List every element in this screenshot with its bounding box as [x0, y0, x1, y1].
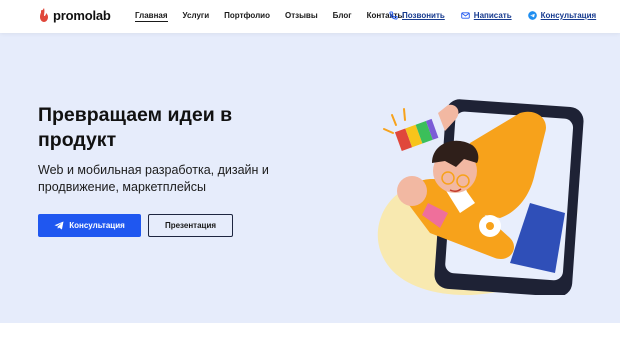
site-header: promolab Главная Услуги Портфолио Отзывы…	[0, 0, 620, 33]
nav-item-services[interactable]: Услуги	[183, 11, 210, 22]
page: promolab Главная Услуги Портфолио Отзывы…	[0, 0, 620, 343]
call-label: Позвонить	[402, 11, 445, 20]
hero-section: Превращаем идеи в продукт Web и мобильна…	[0, 33, 620, 323]
consult-link[interactable]: Консультация	[527, 11, 597, 20]
hero-title: Превращаем идеи в продукт	[38, 104, 233, 151]
nav-item-home[interactable]: Главная	[135, 11, 168, 22]
page-bottom	[0, 323, 620, 343]
write-link[interactable]: Написать	[461, 11, 512, 20]
call-link[interactable]: Позвонить	[389, 11, 445, 20]
logo[interactable]: promolab	[38, 7, 111, 23]
consult-label: Консультация	[540, 11, 597, 20]
consultation-button-label: Консультация	[69, 221, 125, 230]
write-label: Написать	[473, 11, 512, 20]
header-actions: Позвонить Написать Консультация	[389, 11, 596, 20]
main-nav: Главная Услуги Портфолио Отзывы Блог Кон…	[135, 11, 404, 22]
hero-illustration	[377, 99, 584, 295]
telegram-icon	[527, 11, 537, 20]
nav-item-portfolio[interactable]: Портфолио	[224, 11, 270, 22]
phone-icon	[389, 11, 398, 20]
hero-subtitle: Web и мобильная разработка, дизайн и про…	[38, 163, 269, 194]
logo-text: promolab	[53, 7, 111, 23]
nav-item-blog[interactable]: Блог	[333, 11, 352, 22]
logo-mark-icon	[40, 8, 48, 22]
nav-item-reviews[interactable]: Отзывы	[285, 11, 318, 22]
telegram-icon	[54, 221, 64, 230]
consultation-button[interactable]: Консультация	[38, 214, 141, 237]
mail-icon	[461, 12, 470, 19]
presentation-button[interactable]: Презентация	[148, 214, 233, 237]
